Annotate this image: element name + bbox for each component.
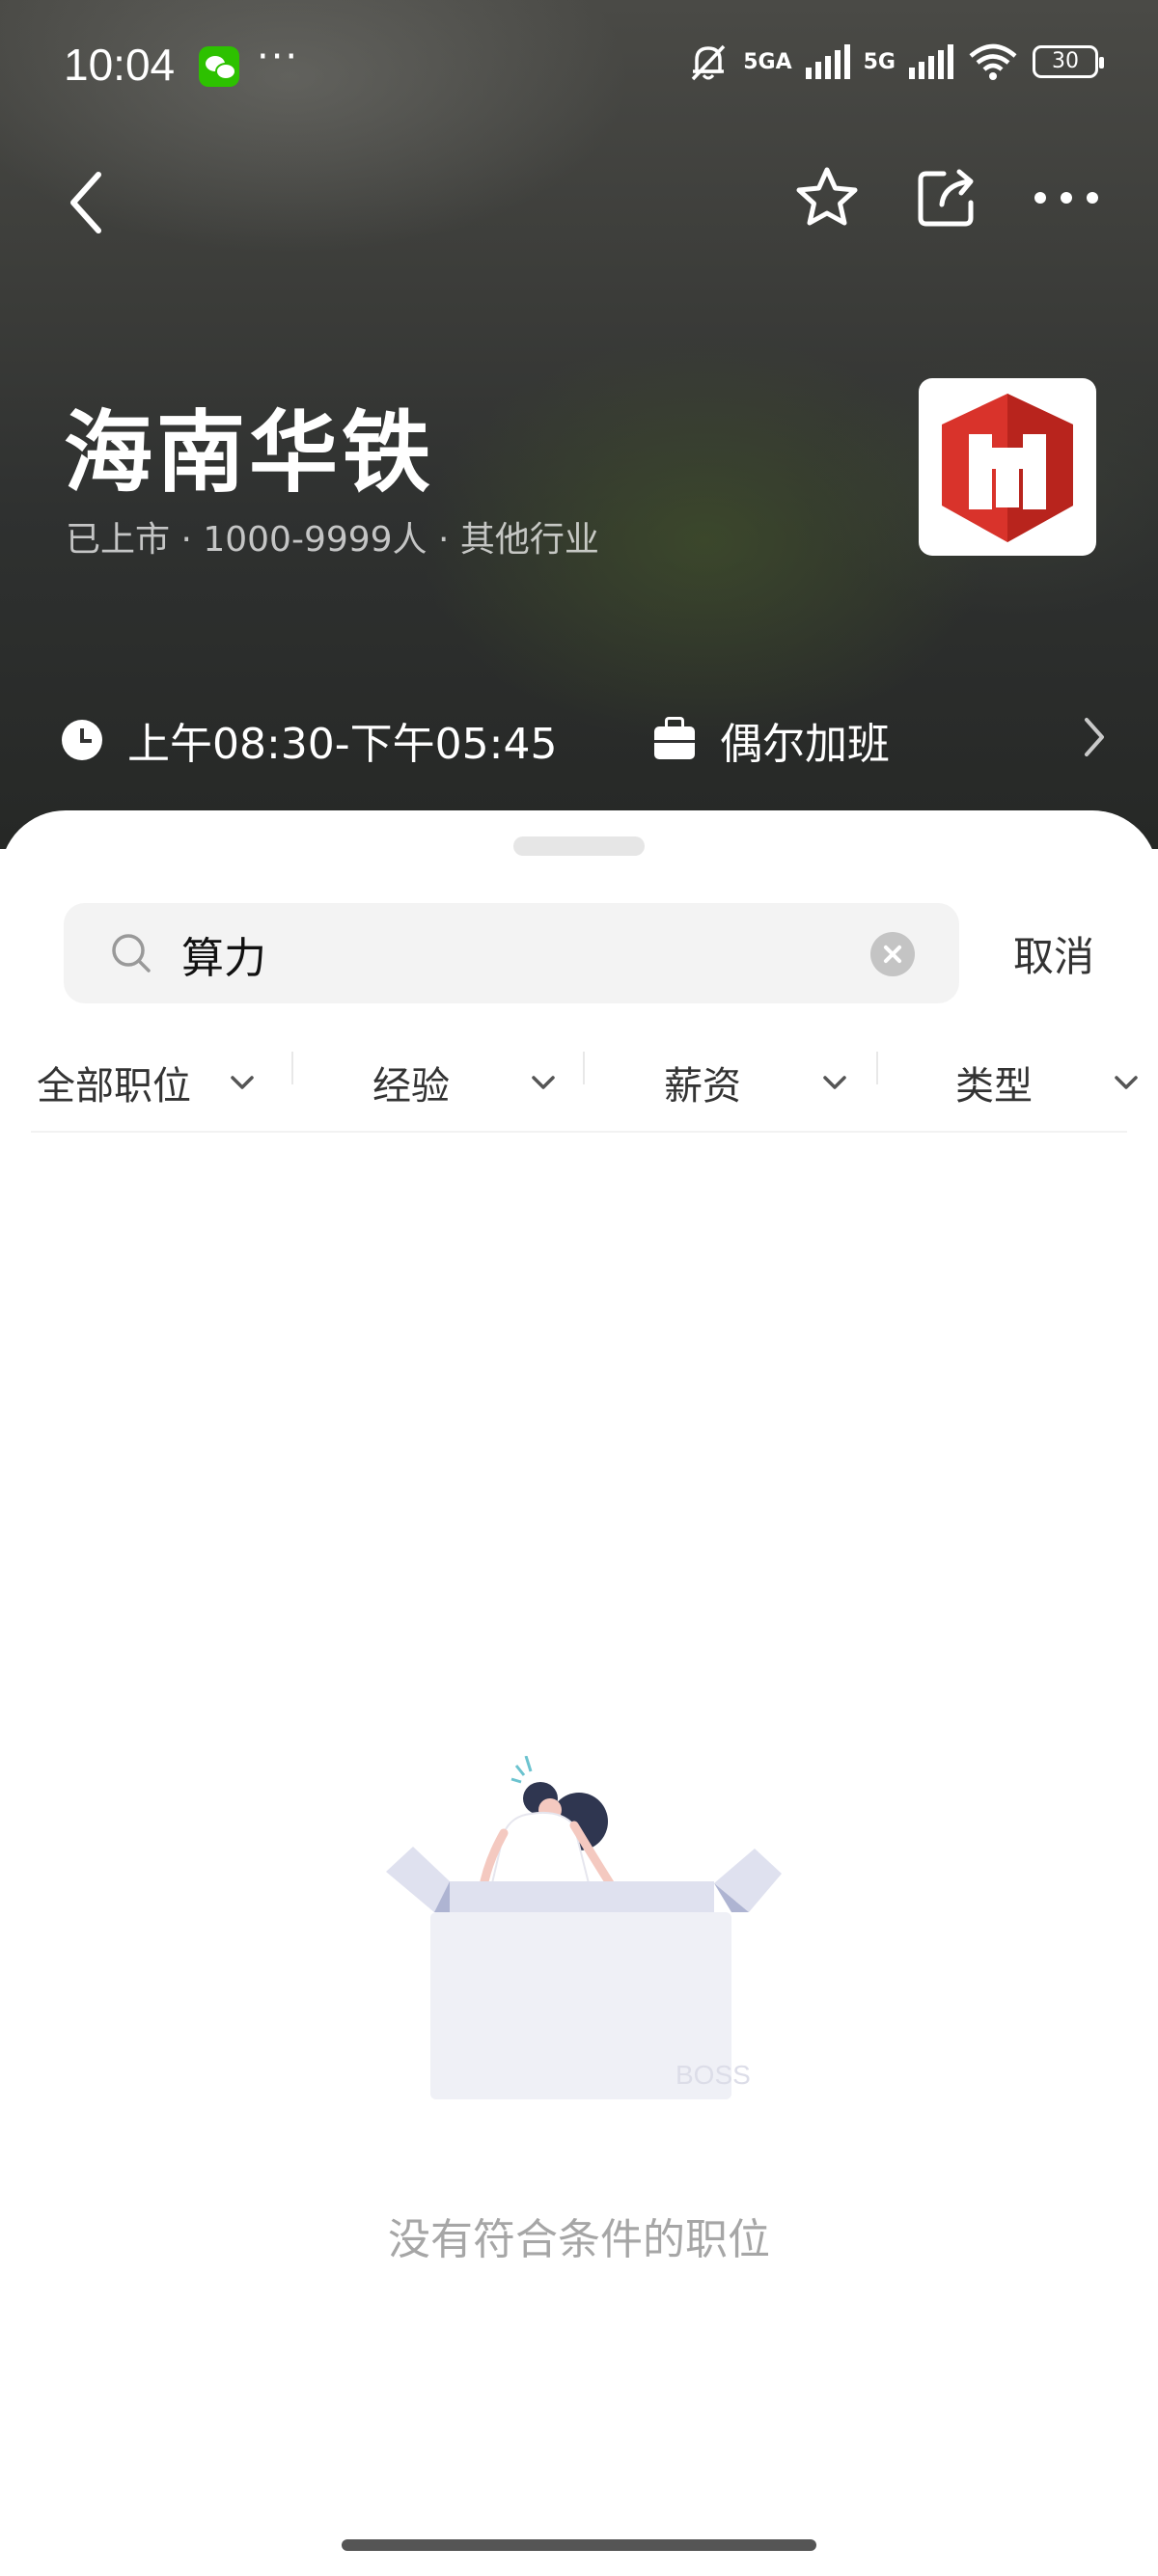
- signal-5ga-label: 5GA: [743, 49, 792, 74]
- chevron-right-icon[interactable]: [1081, 716, 1108, 758]
- empty-box-illustration: BOSS: [386, 1756, 782, 2099]
- filter-label: 类型: [955, 1064, 1033, 1109]
- chevron-down-icon: [823, 1076, 846, 1089]
- overtime-info[interactable]: 偶尔加班: [654, 709, 890, 771]
- chevron-down-icon: [1115, 1076, 1138, 1089]
- star-favorite-icon[interactable]: [793, 164, 861, 232]
- filter-divider: [876, 1052, 878, 1084]
- company-name: 海南华铁: [64, 401, 435, 505]
- filter-label: 全部职位: [37, 1064, 191, 1109]
- filter-all-positions[interactable]: 全部职位: [37, 1034, 255, 1131]
- filter-label: 薪资: [664, 1064, 741, 1109]
- filter-bottom-rule: [31, 1131, 1127, 1133]
- chevron-down-icon: [231, 1076, 254, 1089]
- filter-experience[interactable]: 经验: [372, 1034, 556, 1131]
- home-indicator[interactable]: [342, 2539, 816, 2551]
- more-options-icon[interactable]: [1033, 188, 1100, 207]
- filter-bar: 全部职位 经验 薪资 类型: [0, 1034, 1158, 1131]
- overtime-text: 偶尔加班: [720, 720, 890, 769]
- empty-state-message: 没有符合条件的职位: [388, 2215, 770, 2264]
- filter-divider: [291, 1052, 293, 1084]
- share-icon[interactable]: [915, 166, 979, 230]
- work-hours-text: 上午08:30-下午05:45: [127, 720, 558, 769]
- battery-icon: 30: [1033, 45, 1104, 78]
- filter-salary[interactable]: 薪资: [664, 1034, 847, 1131]
- work-hours: 上午08:30-下午05:45: [62, 709, 557, 771]
- signal-5g-label: 5G: [863, 49, 896, 74]
- briefcase-icon: [654, 717, 695, 759]
- chevron-down-icon: [532, 1076, 555, 1089]
- search-icon: [112, 934, 151, 973]
- wechat-notification-icon: [199, 46, 239, 87]
- signal-bars-icon: [805, 44, 850, 79]
- company-header: 10:04 ··· 5GA 5G 30 海南华铁 已上市 · 1000-9999…: [0, 0, 1158, 849]
- search-input[interactable]: [179, 924, 801, 984]
- box-brand-text: BOSS: [676, 2060, 751, 2090]
- search-bar[interactable]: [64, 903, 959, 1003]
- status-time: 10:04: [64, 40, 176, 90]
- mute-bell-icon: [691, 44, 726, 81]
- status-bar: 10:04 ··· 5GA 5G 30: [0, 35, 1158, 95]
- cancel-button[interactable]: 取消: [1013, 924, 1094, 983]
- filter-label: 经验: [372, 1064, 450, 1109]
- clear-search-icon[interactable]: [870, 932, 915, 976]
- signal-bars-icon-2: [909, 44, 953, 79]
- drag-handle[interactable]: [513, 836, 645, 856]
- company-meta: 已上市 · 1000-9999人 · 其他行业: [66, 520, 599, 560]
- job-search-sheet: 取消 全部职位 经验 薪资 类型: [0, 810, 1158, 2576]
- filter-type[interactable]: 类型: [955, 1034, 1139, 1131]
- filter-divider: [583, 1052, 585, 1084]
- company-logo: [919, 378, 1096, 556]
- back-arrow-icon[interactable]: [66, 169, 104, 236]
- clock-icon: [62, 720, 102, 760]
- more-notifications-indicator: ···: [257, 35, 300, 79]
- wifi-icon: [969, 43, 1017, 80]
